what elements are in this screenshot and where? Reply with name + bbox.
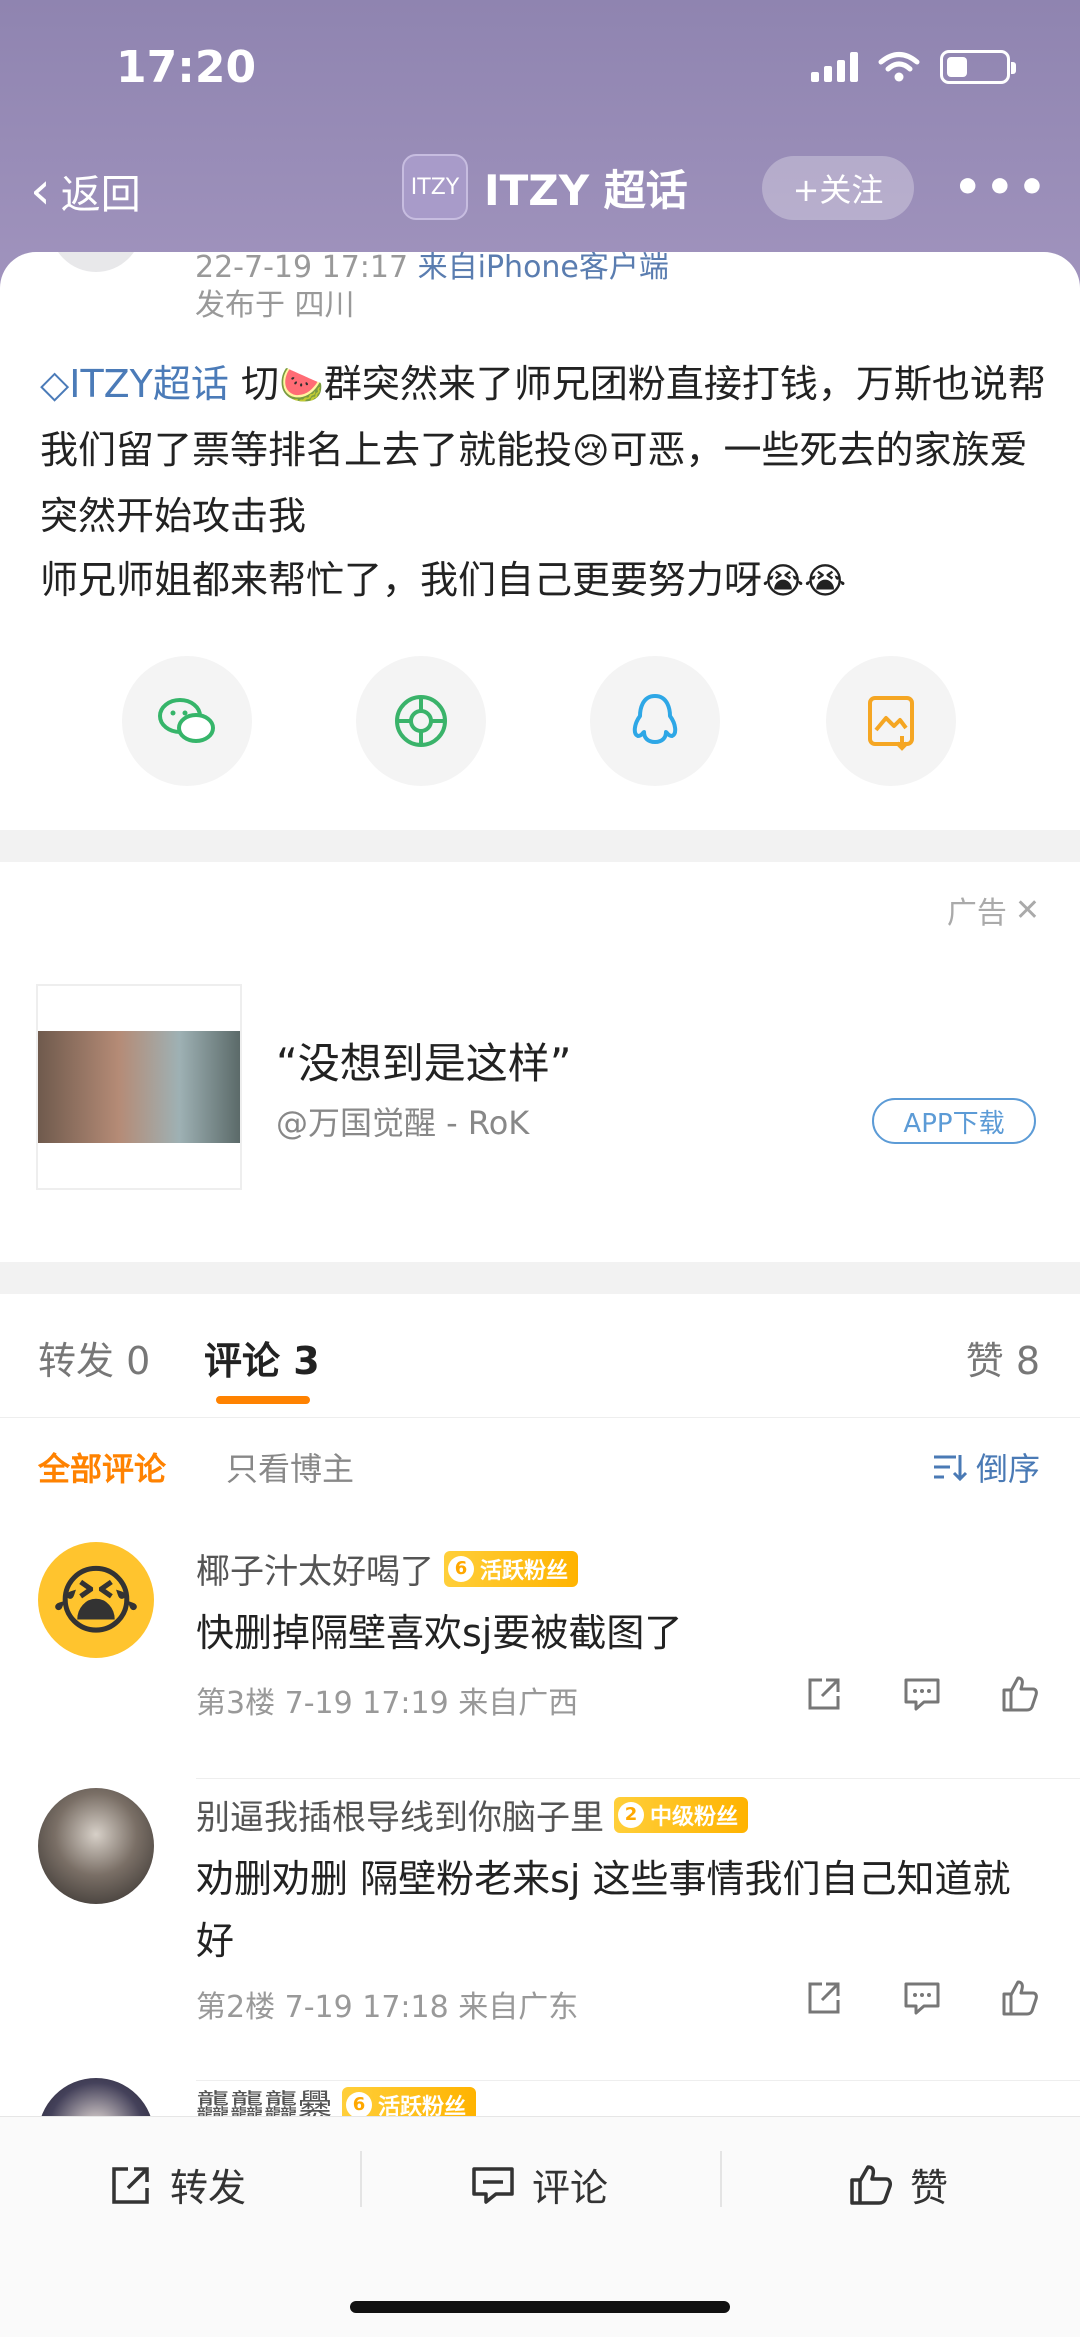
comments-section: 转发 0 评论 3 赞 8 全部评论 只看博主 倒序 😭 椰子汁太好喝了 6 活跃… (0, 1294, 1080, 2124)
battery-icon (940, 50, 1016, 84)
follow-button[interactable]: +关注 (762, 156, 914, 220)
ad-card[interactable]: 广告 ✕ “没想到是这样” @万国觉醒 - RoK APP下载 (0, 862, 1080, 1262)
post-text: ◇ITZY超话 切🍉群突然来了师兄团粉直接打钱，万斯也说帮我们留了票等排名上去了… (40, 352, 1050, 614)
topic-link[interactable]: ◇ITZY超话 (40, 362, 229, 406)
comment-filters: 全部评论 只看博主 倒序 (0, 1444, 1080, 1504)
commenter-name[interactable]: 椰子汁太好喝了 6 活跃粉丝 (196, 1544, 579, 1593)
page-title: ITZY 超话 (484, 165, 688, 215)
save-image-button[interactable] (826, 656, 956, 786)
tab-comment[interactable]: 评论 3 (204, 1330, 320, 1385)
active-tab-indicator (216, 1396, 310, 1404)
comment-item: 😭 椰子汁太好喝了 6 活跃粉丝 快删掉隔壁喜欢sj要被截图了 第3楼 7-19 … (0, 1542, 1080, 1812)
wifi-icon (878, 52, 920, 82)
share-icon[interactable] (804, 1978, 844, 2018)
close-icon[interactable]: ✕ (1015, 893, 1040, 928)
like-button[interactable]: 赞 (848, 2157, 948, 2212)
crying-emoji-icon: 😭😭 (762, 561, 847, 602)
itzy-logo: ITZY (402, 154, 468, 220)
comment-actions (804, 1978, 1040, 2018)
divider (360, 2151, 362, 2207)
wechat-icon (158, 698, 215, 743)
comment-text: 劝删劝删 隔壁粉老来sj 这些事情我们自己知道就好 (196, 1857, 1011, 1963)
nav-bar: ‹ 返回 ITZY ITZY 超话 +关注 ••• (0, 140, 1080, 240)
ad-video-image (38, 1031, 240, 1143)
watermelon-emoji-icon: 🍉 (279, 365, 324, 406)
back-label: 返回 (60, 172, 141, 218)
comment-item: 别逼我插根导线到你脑子里 2 中级粉丝 劝删劝删 隔壁粉老来sj 这些事情我们自己… (0, 1788, 1080, 2108)
repost-icon (112, 2166, 149, 2204)
tabs: 转发 0 评论 3 赞 8 (0, 1294, 1080, 1418)
comment-actions (804, 1674, 1040, 1714)
ad-title[interactable]: “没想到是这样” (276, 1030, 572, 1091)
filter-all-comments[interactable]: 全部评论 (38, 1444, 166, 1490)
commenter-name[interactable]: 别逼我插根导线到你脑子里 2 中级粉丝 (196, 1790, 749, 1839)
ad-thumbnail[interactable] (36, 984, 242, 1190)
commenter-avatar[interactable]: 😭 (38, 1542, 154, 1658)
post-card: 22-7-19 17:17 来自iPhone客户端 发布于 四川 ◇ITZY超话… (0, 252, 1080, 830)
tab-repost[interactable]: 转发 0 (38, 1330, 150, 1385)
reply-icon[interactable] (902, 1978, 942, 2018)
comment-divider (196, 1778, 1080, 1779)
tab-like[interactable]: 赞 8 (966, 1330, 1040, 1385)
qq-icon (632, 694, 678, 744)
comment-icon (472, 2166, 514, 2204)
post-location: 发布于 四川 (195, 288, 355, 323)
post-source: 来自iPhone客户端 (417, 252, 669, 285)
divider (720, 2151, 722, 2207)
comment-text: 快删掉隔壁喜欢sj要被截图了 (196, 1611, 683, 1655)
chevron-left-icon: ‹ (30, 161, 51, 221)
status-time: 17:20 (116, 42, 257, 93)
home-indicator (350, 2301, 730, 2313)
author-avatar[interactable] (50, 252, 142, 272)
app-download-button[interactable]: APP下载 (872, 1098, 1036, 1144)
diamond-icon: ◇ (40, 362, 70, 406)
comment-meta: 第2楼 7-19 17:18 来自广东 (196, 1990, 579, 2025)
comment-meta: 第3楼 7-19 17:19 来自广西 (196, 1686, 579, 1721)
status-bar: 17:20 (0, 0, 1080, 140)
like-icon[interactable] (1000, 1978, 1040, 2018)
ad-label[interactable]: 广告 ✕ (947, 888, 1040, 932)
filter-author-only[interactable]: 只看博主 (226, 1444, 354, 1490)
ad-source: @万国觉醒 - RoK (276, 1104, 530, 1142)
sort-button[interactable]: 倒序 (932, 1444, 1040, 1490)
nav-title[interactable]: ITZY ITZY 超话 (402, 154, 688, 220)
fan-level-badge: 2 中级粉丝 (614, 1796, 749, 1833)
share-wechat-button[interactable] (122, 656, 252, 786)
thumbs-up-icon (850, 2164, 892, 2205)
bottom-action-bar: 转发 评论 赞 (0, 2116, 1080, 2337)
reply-icon[interactable] (902, 1674, 942, 1714)
commenter-avatar[interactable] (38, 1788, 154, 1904)
like-icon[interactable] (1000, 1674, 1040, 1714)
comment-button[interactable]: 评论 (470, 2157, 608, 2212)
image-download-icon (868, 696, 914, 751)
sort-icon (933, 1455, 968, 1482)
more-icon[interactable]: ••• (954, 162, 1050, 213)
cellular-signal-icon (811, 52, 858, 82)
moments-icon (395, 695, 447, 747)
share-icon[interactable] (804, 1674, 844, 1714)
fan-level-badge: 6 活跃粉丝 (444, 1550, 579, 1587)
repost-button[interactable]: 转发 (108, 2157, 246, 2212)
back-button[interactable]: ‹ 返回 (30, 162, 141, 220)
status-icons (811, 50, 1016, 84)
share-qq-button[interactable] (590, 656, 720, 786)
share-moments-button[interactable] (356, 656, 486, 786)
sad-emoji-icon: 😢 (572, 431, 610, 472)
